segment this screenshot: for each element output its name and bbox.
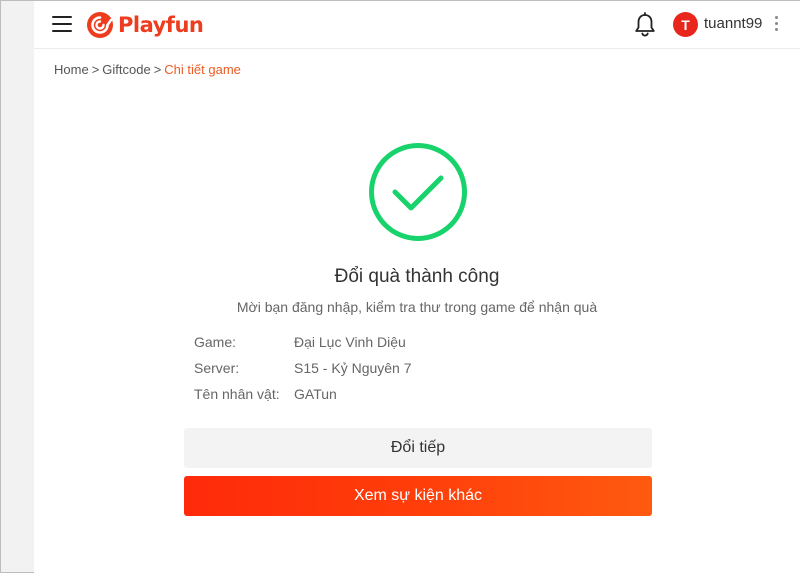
detail-row-character: Tên nhân vật: GATun xyxy=(194,386,412,412)
detail-value: S15 - Kỷ Nguyên 7 xyxy=(294,360,412,376)
detail-row-server: Server: S15 - Kỷ Nguyên 7 xyxy=(194,360,412,386)
top-header: Playfun T tuannt99 xyxy=(34,1,800,49)
detail-value: Đại Lục Vinh Diệu xyxy=(294,334,406,350)
avatar[interactable]: T xyxy=(673,12,698,37)
redeem-details: Game: Đại Lục Vinh Diệu Server: S15 - Kỷ… xyxy=(194,334,412,412)
success-title: Đổi quà thành công xyxy=(334,266,500,287)
browser-frame: Playfun T tuannt99 Home > Giftcode > Chi tiế… xyxy=(0,0,800,573)
check-circle-icon xyxy=(369,143,467,241)
detail-label: Server: xyxy=(194,360,240,376)
playfun-logo[interactable]: Playfun xyxy=(86,11,204,39)
view-other-events-button[interactable]: Xem sự kiện khác xyxy=(184,476,652,516)
bell-icon[interactable] xyxy=(633,12,657,38)
continue-redeem-button[interactable]: Đổi tiếp xyxy=(184,428,652,468)
kebab-menu-icon[interactable] xyxy=(774,15,780,33)
breadcrumb: Home > Giftcode > Chi tiết game xyxy=(54,62,241,77)
breadcrumb-separator: > xyxy=(153,62,162,77)
detail-label: Game: xyxy=(194,334,237,350)
logo-text: Playfun xyxy=(118,13,204,37)
detail-row-game: Game: Đại Lục Vinh Diệu xyxy=(194,334,412,360)
success-subtitle: Mời bạn đăng nhập, kiểm tra thư trong ga… xyxy=(236,299,598,315)
breadcrumb-current: Chi tiết game xyxy=(164,62,241,77)
breadcrumb-separator: > xyxy=(91,62,100,77)
breadcrumb-home[interactable]: Home xyxy=(54,62,89,77)
page-container: Playfun T tuannt99 Home > Giftcode > Chi tiế… xyxy=(34,1,800,573)
detail-label: Tên nhân vật: xyxy=(194,386,280,402)
playfun-logo-icon xyxy=(87,12,113,38)
breadcrumb-giftcode[interactable]: Giftcode xyxy=(102,62,150,77)
username[interactable]: tuannt99 xyxy=(704,15,762,32)
hamburger-icon[interactable] xyxy=(52,16,72,33)
detail-value: GATun xyxy=(294,386,337,402)
